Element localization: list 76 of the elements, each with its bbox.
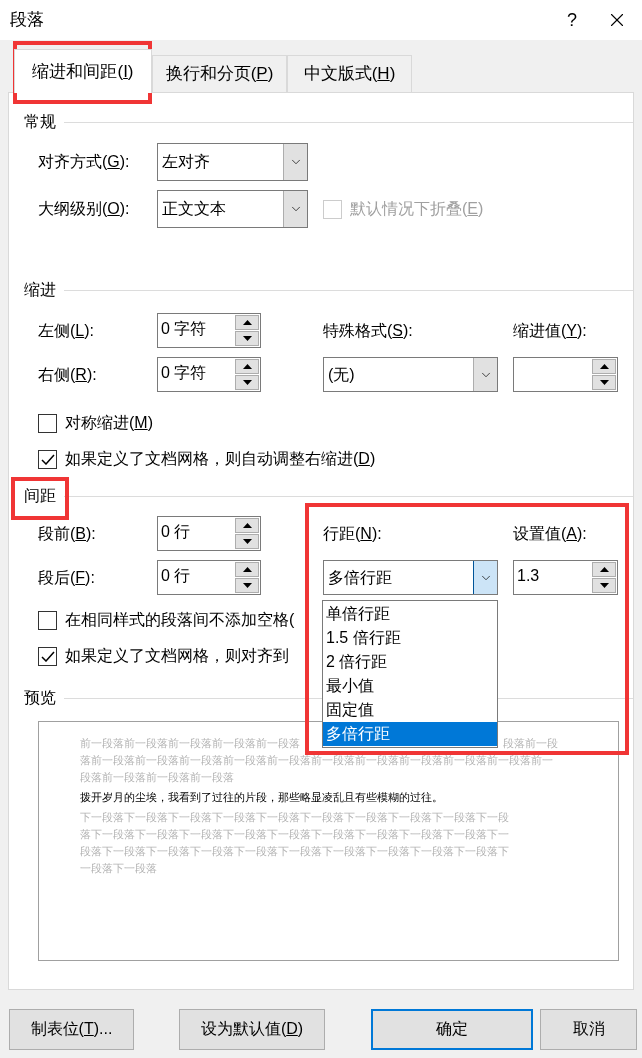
up-arrow-icon [599,364,609,369]
dropdown-option[interactable]: 最小值 [323,674,497,698]
spin-down-button[interactable] [235,578,259,593]
checkbox-label: 如果定义了文档网格，则自动调整右缩进(D) [65,449,376,469]
spin-up-button[interactable] [235,359,259,374]
spin-down-button[interactable] [235,534,259,549]
dropdown-field[interactable]: 左对齐 [157,143,308,181]
tab[interactable]: 缩进和间距(I) [14,49,152,93]
field-label: 对齐方式(G): [38,153,130,170]
spin-field[interactable]: 0 行 [157,560,261,595]
dropdown-option[interactable]: 多倍行距 [323,722,497,746]
checkmark-icon [40,650,55,662]
field-label: 左侧(L): [38,320,95,341]
checkbox-label: 默认情况下折叠(E) [350,199,484,219]
up-arrow-icon [599,567,609,572]
spin-down-button[interactable] [235,375,259,390]
checkbox[interactable] [38,646,57,666]
checkbox-label: 对称缩进(M) [65,413,153,433]
spin-down-button[interactable] [235,331,259,346]
section-heading: 缩进 [24,280,56,300]
field-label: 缩进值(Y): [513,320,588,341]
down-arrow-icon [242,583,252,588]
checkbox[interactable] [38,413,57,433]
down-arrow-icon [599,583,609,588]
section-heading: 常规 [24,112,56,132]
help-button[interactable]: ? [552,6,592,34]
spin-field[interactable]: 0 字符 [157,357,261,392]
checkbox[interactable] [38,449,57,469]
spin-up-button[interactable] [235,315,259,330]
field-label: 设置值(A): [513,523,588,544]
spin-up-button[interactable] [592,562,616,577]
dropdown-field[interactable]: (无) [323,357,498,392]
field-label: 大纲级别(O): [38,200,130,217]
field-label: 特殊格式(S): [323,320,414,341]
dialog-button[interactable]: 设为默认值(D) [179,1008,325,1050]
up-arrow-icon [242,320,252,325]
dropdown-field[interactable]: 多倍行距 [323,560,498,595]
dropdown-option[interactable]: 固定值 [323,698,497,722]
field-label: 右侧(R): [38,364,98,385]
section-heading: 预览 [24,688,56,708]
dropdown-option[interactable]: 2 倍行距 [323,650,497,674]
field-label: 行距(N): [323,523,383,544]
field-label: 段后(F): [38,567,96,588]
preview-text: 拨开岁月的尘埃，我看到了过往的片段，那些略显凌乱且有些模糊的过往。 [80,790,443,805]
down-arrow-icon [599,380,609,385]
checkbox[interactable] [38,610,57,630]
spin-field[interactable]: 1.3 [513,560,618,595]
spin-up-button[interactable] [592,359,616,374]
checkmark-icon [40,453,55,465]
spin-up-button[interactable] [235,518,259,533]
dialog-button[interactable]: 确定 [371,1008,533,1050]
dialog-button[interactable]: 制表位(T)... [9,1008,134,1050]
spin-down-button[interactable] [592,578,616,593]
spin-field[interactable]: 0 行 [157,516,261,551]
window-title: 段落 [10,9,45,32]
down-arrow-icon [242,539,252,544]
down-arrow-icon [242,380,252,385]
spin-down-button[interactable] [592,375,616,390]
up-arrow-icon [242,567,252,572]
spin-up-button[interactable] [235,562,259,577]
up-arrow-icon [242,364,252,369]
spin-field[interactable] [513,357,618,392]
checkbox-label: 如果定义了文档网格，则对齐到 [65,646,289,666]
tab[interactable]: 换行和分页(P) [152,55,287,92]
dialog-button[interactable]: 取消 [540,1008,637,1050]
up-arrow-icon [242,523,252,528]
section-heading: 间距 [24,486,56,506]
checkbox-label: 在相同样式的段落间不添加空格( [65,610,295,630]
dropdown-option[interactable]: 单倍行距 [323,602,497,626]
down-arrow-icon [242,336,252,341]
spin-field[interactable]: 0 字符 [157,313,261,348]
tab[interactable]: 中文版式(H) [287,55,412,92]
highlight-frame [11,477,69,520]
dropdown-option[interactable]: 1.5 倍行距 [323,626,497,650]
dropdown-field[interactable]: 正文文本 [157,190,308,228]
field-label: 段前(B): [38,523,97,544]
